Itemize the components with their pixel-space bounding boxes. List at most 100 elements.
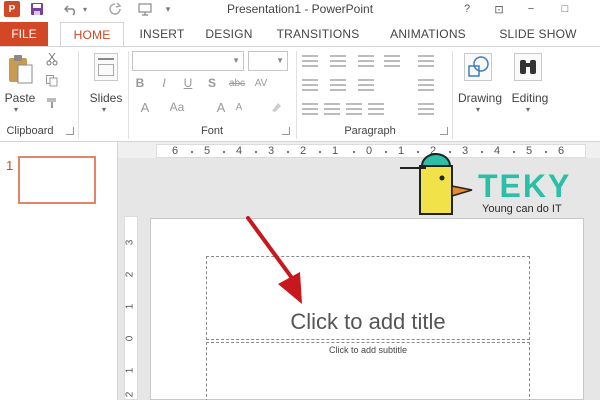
ribbon-home: Paste ▾ Clipboard Slides ▾ ▼ ▼ B I U S a… xyxy=(0,46,600,142)
slides-button[interactable]: Slides ▾ xyxy=(86,51,126,115)
ruler-tick: 0 xyxy=(365,145,373,157)
ruler-tick: 2 xyxy=(124,271,136,278)
help-button[interactable]: ? xyxy=(454,0,480,18)
align-left-icon[interactable] xyxy=(302,103,318,115)
ruler-tick: 1 xyxy=(331,145,339,157)
subtitle-placeholder[interactable]: Click to add subtitle xyxy=(206,342,530,400)
minimize-button[interactable]: − xyxy=(518,0,544,18)
ruler-dot xyxy=(319,151,321,153)
tab-insert[interactable]: INSERT xyxy=(130,22,194,46)
clipboard-dialog-launcher[interactable] xyxy=(66,127,74,135)
indent-icon[interactable] xyxy=(330,79,346,91)
customize-qat-icon[interactable]: ▾ xyxy=(162,1,174,17)
subtitle-placeholder-text: Click to add subtitle xyxy=(328,345,408,355)
undo-dropdown-icon[interactable]: ▾ xyxy=(80,1,90,17)
copy-icon[interactable] xyxy=(44,73,60,89)
text-direction-icon[interactable] xyxy=(418,55,434,67)
drawing-dropdown-icon: ▾ xyxy=(476,105,481,114)
teky-brand: TEKY xyxy=(478,168,572,204)
tab-file[interactable]: FILE xyxy=(0,22,48,46)
binoculars-icon xyxy=(514,53,542,81)
font-name-combo[interactable]: ▼ xyxy=(132,51,244,71)
increase-font-size-button[interactable]: A xyxy=(214,99,228,115)
ribbon-display-options-button[interactable]: ⊡ xyxy=(486,0,512,18)
strikethrough-button[interactable]: abc xyxy=(226,75,248,91)
font-dialog-launcher[interactable] xyxy=(282,127,290,135)
change-case-button[interactable]: Aa xyxy=(166,99,188,115)
ruler-tick: 4 xyxy=(235,145,243,157)
decrease-font-size-button[interactable]: A xyxy=(232,99,246,115)
title-bar: P ▾ ▾ Presentation1 - PowerPoint ? ⊡ − □ xyxy=(0,0,600,18)
ruler-dot xyxy=(191,151,193,153)
bullets-icon[interactable] xyxy=(302,55,318,67)
ruler-dot xyxy=(223,151,225,153)
font-size-combo[interactable]: ▼ xyxy=(248,51,288,71)
group-separator xyxy=(128,51,129,139)
bold-button[interactable]: B xyxy=(132,75,148,91)
ruler-dot xyxy=(545,151,547,153)
undo-icon[interactable] xyxy=(62,1,80,17)
numbering-icon[interactable] xyxy=(330,55,346,67)
slide-thumbnail[interactable] xyxy=(18,156,96,204)
horizontal-ruler: 6 5 4 3 2 1 0 1 2 3 4 5 6 xyxy=(156,144,586,158)
shapes-icon xyxy=(464,53,492,81)
tab-animations[interactable]: ANIMATIONS xyxy=(380,22,476,46)
drawing-button[interactable]: Drawing ▾ xyxy=(456,51,504,115)
chevron-down-icon: ▼ xyxy=(232,56,240,65)
group-separator xyxy=(452,51,453,139)
ruler-dot xyxy=(513,151,515,153)
paragraph-dialog-launcher[interactable] xyxy=(440,127,448,135)
tab-design[interactable]: DESIGN xyxy=(198,22,260,46)
center-icon[interactable] xyxy=(324,103,340,115)
decrease-indent-icon[interactable] xyxy=(358,55,374,67)
italic-button[interactable]: I xyxy=(156,75,172,91)
paste-dropdown-icon: ▾ xyxy=(14,105,19,114)
convert-to-smartart-icon[interactable] xyxy=(418,103,434,115)
ruler-tick: 1 xyxy=(124,303,136,310)
align-text-icon[interactable] xyxy=(418,79,434,91)
paste-icon xyxy=(9,55,33,84)
ruler-tick: 0 xyxy=(124,335,136,342)
line-spacing-icon[interactable] xyxy=(384,55,400,67)
editing-button[interactable]: Editing ▾ xyxy=(506,51,554,115)
slides-label: Slides xyxy=(89,91,123,105)
cut-icon[interactable] xyxy=(44,51,60,67)
font-color-button[interactable]: A xyxy=(138,99,152,115)
restore-button[interactable]: □ xyxy=(552,0,578,18)
ruler-tick: 5 xyxy=(203,145,211,157)
clipboard-group-label: Clipboard xyxy=(6,125,54,137)
shadow-button[interactable]: S xyxy=(204,75,220,91)
ruler-dot xyxy=(385,151,387,153)
title-placeholder-text: Click to add title xyxy=(290,309,446,334)
annotation-arrow-icon xyxy=(246,216,302,304)
ribbon-tab-row: FILE HOME INSERT DESIGN TRANSITIONS ANIM… xyxy=(0,18,600,46)
tab-transitions[interactable]: TRANSITIONS xyxy=(268,22,368,46)
powerpoint-window: P ▾ ▾ Presentation1 - PowerPoint ? ⊡ − □… xyxy=(0,0,600,400)
group-separator xyxy=(78,51,79,139)
format-painter-icon[interactable] xyxy=(44,95,60,111)
underline-button[interactable]: U xyxy=(180,75,196,91)
columns-icon[interactable] xyxy=(358,79,374,91)
ruler-tick: 5 xyxy=(525,145,533,157)
slideshow-start-icon[interactable] xyxy=(136,1,154,17)
editing-label: Editing xyxy=(511,91,549,105)
paragraph-group-label: Paragraph xyxy=(344,125,396,137)
clear-formatting-icon[interactable] xyxy=(268,99,284,115)
align-right-icon[interactable] xyxy=(346,103,362,115)
tab-slide-show[interactable]: SLIDE SHOW xyxy=(488,22,588,46)
ruler-dot xyxy=(255,151,257,153)
editing-dropdown-icon: ▾ xyxy=(526,105,531,114)
tab-home[interactable]: HOME xyxy=(60,22,124,46)
save-icon[interactable] xyxy=(28,1,46,17)
ruler-tick: 6 xyxy=(171,145,179,157)
teky-tagline: Young can do IT xyxy=(482,203,562,215)
paste-button[interactable]: Paste ▾ xyxy=(2,51,38,115)
redo-icon[interactable] xyxy=(106,1,124,17)
character-spacing-button[interactable]: AV xyxy=(250,75,272,91)
chevron-down-icon: ▼ xyxy=(276,56,284,65)
increase-indent-icon[interactable] xyxy=(302,79,318,91)
justify-icon[interactable] xyxy=(368,103,384,115)
powerpoint-app-icon[interactable]: P xyxy=(4,1,20,17)
teky-mascot-logo xyxy=(400,153,473,215)
slides-dropdown-icon: ▾ xyxy=(102,105,107,114)
